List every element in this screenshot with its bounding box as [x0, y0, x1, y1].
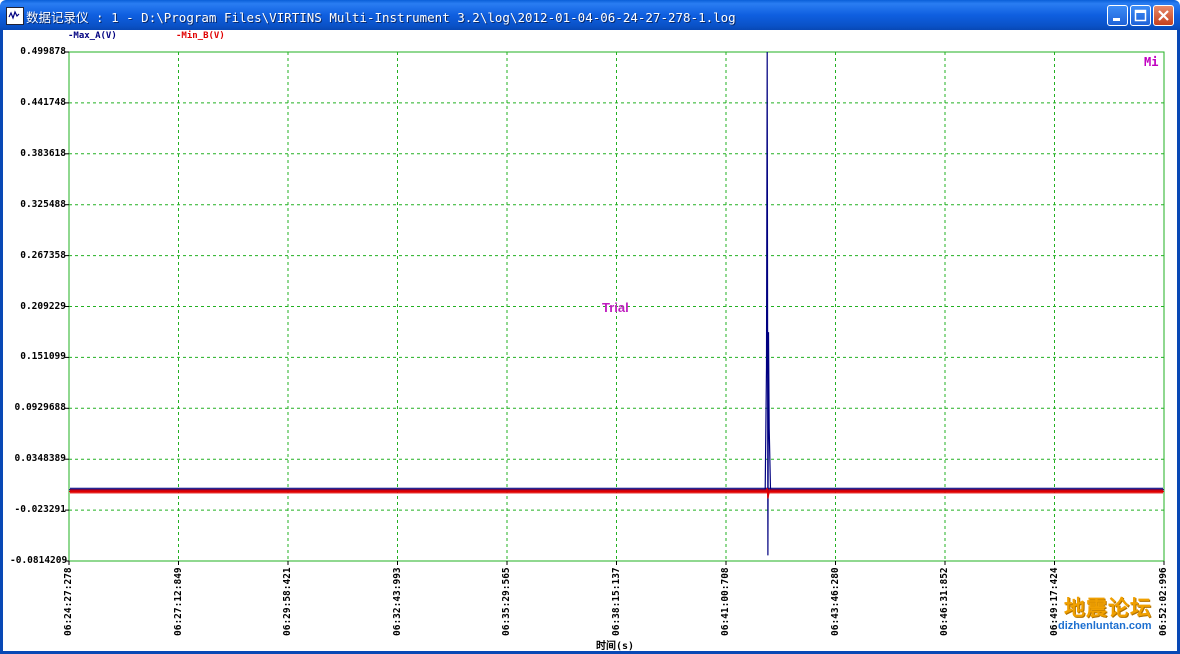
mi-button[interactable]: Mi [1144, 55, 1158, 69]
x-tick-label: 06:32:43:993 [391, 567, 403, 636]
x-tick-label: 06:29:58:421 [282, 567, 293, 636]
y-tick-label: -0.0814209 [10, 555, 68, 566]
y-tick-label: 0.0929688 [14, 402, 66, 414]
x-tick-label: 06:24:27:278 [63, 567, 74, 636]
watermark-text: 地震论坛 [1064, 595, 1152, 620]
trial-label: Trial [602, 300, 629, 315]
y-tick-label: 0.441748 [20, 96, 66, 108]
y-tick-label: 0.267358 [20, 249, 66, 261]
plot-area[interactable] [0, 0, 1180, 654]
x-tick-label: 06:52:02:996 [1158, 567, 1169, 636]
y-tick-label: 0.325488 [20, 198, 66, 210]
x-tick-label: 06:38:15:137 [610, 567, 622, 636]
x-tick-label: 06:43:46:280 [829, 567, 841, 636]
x-tick-label: 06:41:00:708 [720, 567, 731, 636]
x-tick-label: 06:46:31:852 [939, 567, 950, 636]
y-tick-label: 0.151099 [20, 351, 66, 363]
x-axis-title: 时间(s) [596, 641, 635, 652]
watermark-url: dizhenluntan.com [1058, 620, 1152, 632]
x-tick-label: 06:35:29:565 [501, 567, 512, 636]
y-tick-label: 0.499878 [20, 46, 66, 57]
y-tick-label: 0.0348389 [14, 453, 66, 465]
y-tick-label: 0.383618 [20, 147, 66, 159]
x-tick-label: 06:27:12:849 [172, 567, 184, 636]
y-tick-label: 0.209229 [20, 300, 66, 312]
y-tick-label: -0.023291 [14, 504, 66, 516]
